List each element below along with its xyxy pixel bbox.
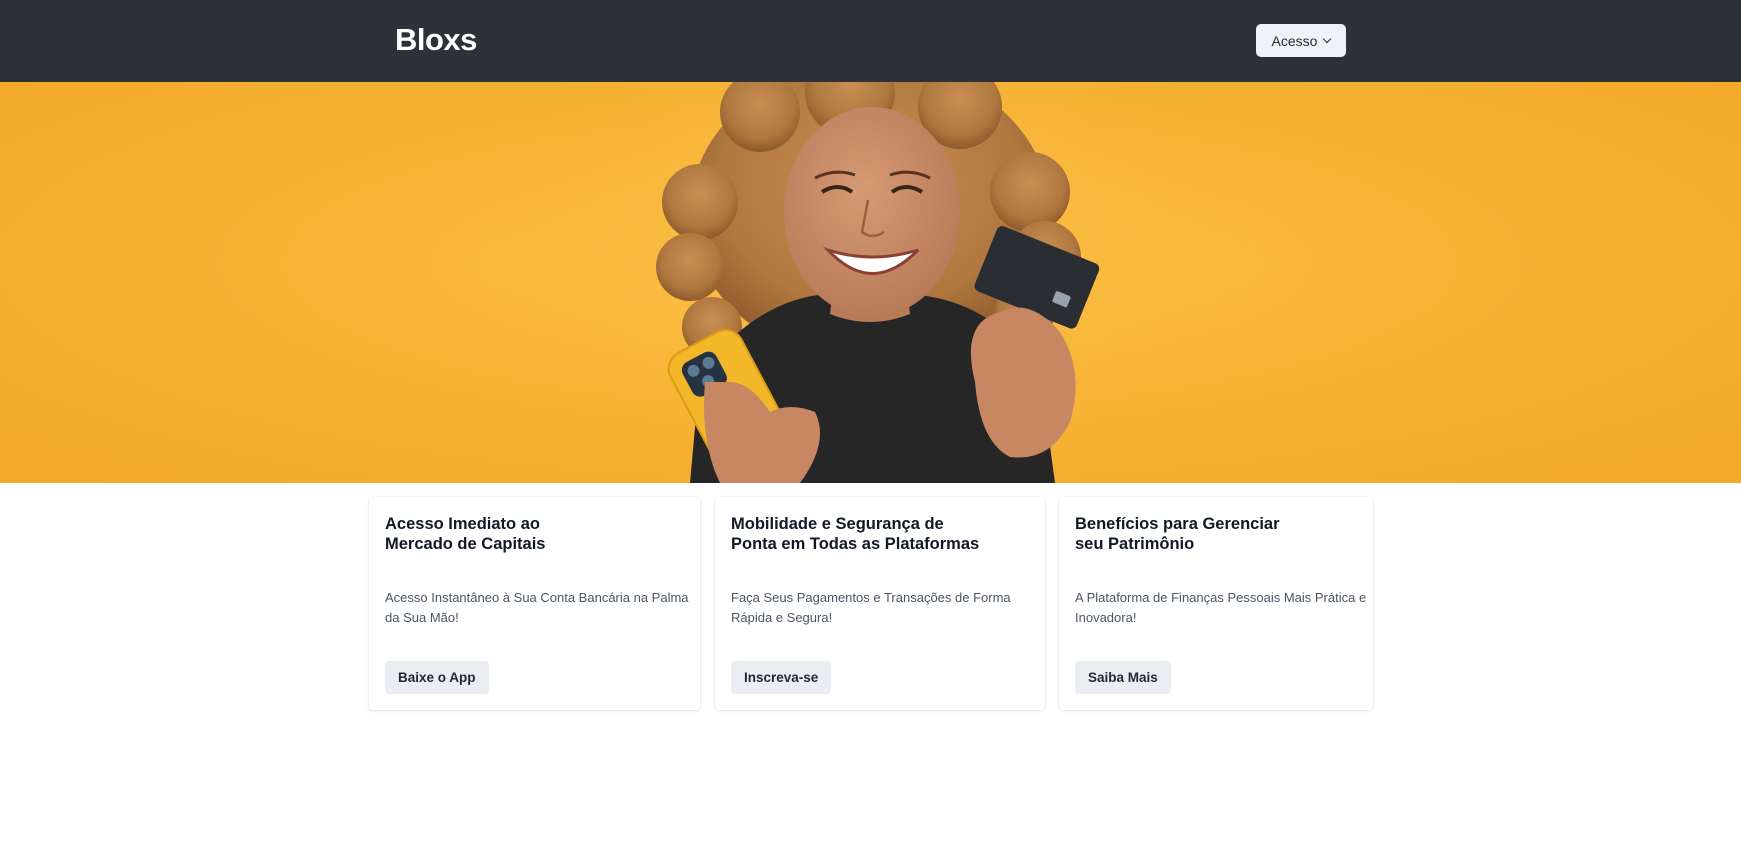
card-description: Faça Seus Pagamentos e Transações de For… [731, 590, 1011, 625]
hero-photo [490, 82, 1250, 483]
chevron-down-icon [1323, 34, 1332, 44]
card-description: Acesso Instantâneo à Sua Conta Bancária … [385, 590, 689, 625]
signup-button[interactable]: Inscreva-se [731, 661, 832, 694]
card-title-line: Benefícios para Gerenciar [1075, 515, 1280, 533]
access-label: Acesso [1271, 32, 1318, 49]
card-title-line: Ponta em Todas as Plataformas [731, 535, 980, 553]
card-title: Acesso Imediato ao Mercado de Capitais [385, 514, 685, 554]
card-title-line: Acesso Imediato ao [385, 515, 540, 533]
card-title-line: Mobilidade e Segurança de [731, 515, 944, 533]
card-description: A Plataforma de Finanças Pessoais Mais P… [1075, 590, 1367, 625]
top-navbar: Bloxs Acesso [0, 0, 1741, 82]
feature-card-mobility-security: Mobilidade e Segurança de Ponta em Todas… [715, 497, 1045, 710]
card-title: Benefícios para Gerenciar seu Patrimônio [1075, 514, 1375, 554]
feature-card-capital-markets: Acesso Imediato ao Mercado de Capitais A… [369, 497, 700, 710]
hero-banner [0, 82, 1741, 483]
brand-logo[interactable]: Bloxs [395, 22, 477, 58]
download-app-button[interactable]: Baixe o App [385, 661, 489, 694]
feature-card-wealth-benefits: Benefícios para Gerenciar seu Patrimônio… [1059, 497, 1373, 710]
card-title-line: seu Patrimônio [1075, 535, 1195, 553]
access-dropdown-button[interactable]: Acesso [1256, 24, 1346, 57]
card-title-line: Mercado de Capitais [385, 535, 546, 553]
card-title: Mobilidade e Segurança de Ponta em Todas… [731, 514, 1031, 554]
learn-more-button[interactable]: Saiba Mais [1075, 661, 1171, 694]
